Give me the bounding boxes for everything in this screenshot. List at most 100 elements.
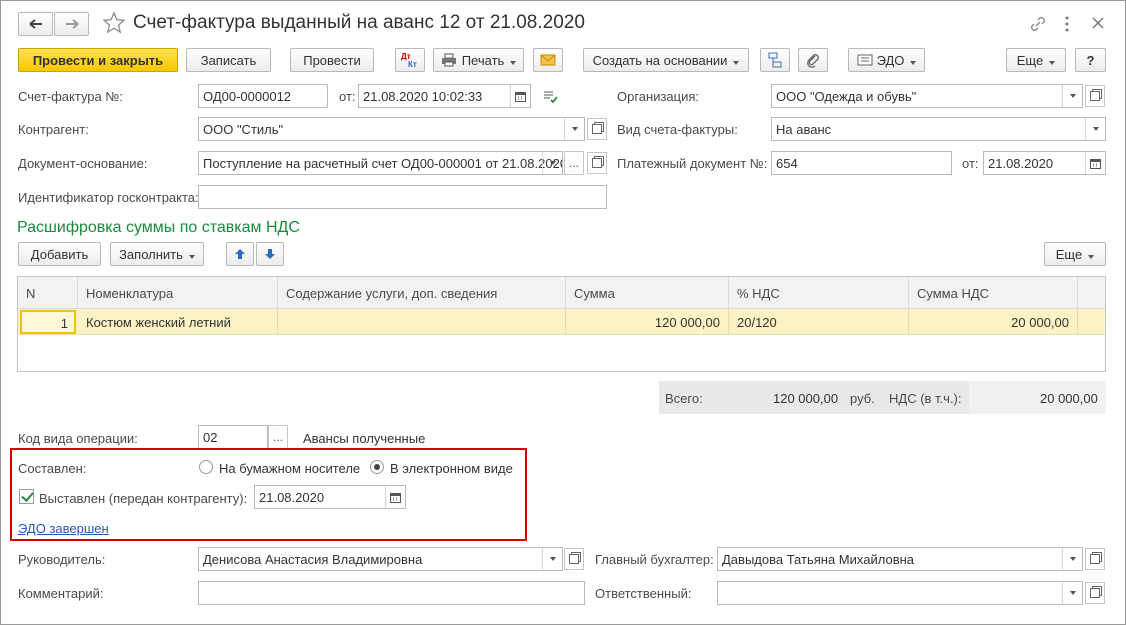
- radio-electronic[interactable]: [370, 460, 384, 474]
- attach-button[interactable]: [798, 48, 828, 72]
- chief-accountant-value: Давыдова Татьяна Михайловна: [722, 552, 915, 567]
- close-icon[interactable]: [1091, 16, 1105, 33]
- calendar-icon[interactable]: [1085, 152, 1105, 174]
- vat-sum-cell[interactable]: 20 000,00: [909, 309, 1078, 335]
- printer-icon: [441, 53, 456, 67]
- invoice-date-from-label: от:: [339, 89, 356, 104]
- invoice-number-field[interactable]: ОД00-0000012: [198, 84, 328, 108]
- radio-paper-label[interactable]: На бумажном носителе: [219, 461, 360, 476]
- payment-date-value: 21.08.2020: [988, 156, 1054, 171]
- open-responsible-button[interactable]: [1085, 582, 1105, 604]
- operation-code-select-button[interactable]: ...: [268, 425, 288, 449]
- chevron-down-icon[interactable]: [1062, 582, 1082, 604]
- open-chief-accountant-button[interactable]: [1085, 548, 1105, 570]
- issued-checkbox[interactable]: [19, 489, 34, 504]
- payment-date-from-label: от:: [962, 156, 979, 171]
- move-up-button[interactable]: [226, 242, 254, 266]
- document-status-icon: [543, 90, 559, 107]
- total-label: Всего:: [665, 391, 703, 406]
- post-button[interactable]: Провести: [290, 48, 374, 72]
- link-icon[interactable]: [1029, 15, 1047, 36]
- issued-label[interactable]: Выставлен (передан контрагенту):: [39, 491, 247, 506]
- favorite-star-icon[interactable]: [102, 11, 126, 38]
- chevron-down-icon[interactable]: [542, 152, 562, 174]
- structure-button[interactable]: [760, 48, 790, 72]
- more-vertical-icon[interactable]: [1063, 15, 1071, 36]
- organization-field[interactable]: ООО "Одежда и обувь": [771, 84, 1083, 108]
- fill-label: Заполнить: [119, 247, 195, 262]
- svg-text:Кт: Кт: [408, 60, 417, 69]
- save-button[interactable]: Записать: [186, 48, 271, 72]
- move-down-button[interactable]: [256, 242, 284, 266]
- counterparty-field[interactable]: ООО "Стиль": [198, 117, 585, 141]
- chevron-down-icon[interactable]: [564, 118, 584, 140]
- back-button[interactable]: [18, 12, 53, 36]
- counterparty-value: ООО "Стиль": [203, 122, 284, 137]
- add-row-button[interactable]: Добавить: [18, 242, 101, 266]
- invoice-type-label: Вид счета-фактуры:: [617, 122, 738, 137]
- sum-cell[interactable]: 120 000,00: [566, 309, 729, 335]
- invoice-type-select[interactable]: На аванс: [771, 117, 1106, 141]
- radio-electronic-label[interactable]: В электронном виде: [390, 461, 513, 476]
- issued-date-field[interactable]: 21.08.2020: [254, 485, 406, 509]
- payment-date-field[interactable]: 21.08.2020: [983, 151, 1106, 175]
- open-head-button[interactable]: [564, 548, 584, 570]
- vat-rate-cell[interactable]: 20/120: [729, 309, 909, 335]
- head-field[interactable]: Денисова Анастасия Владимировна: [198, 547, 563, 571]
- column-header[interactable]: Сумма: [566, 277, 729, 309]
- basis-select-button[interactable]: ...: [564, 151, 584, 175]
- post-and-close-button[interactable]: Провести и закрыть: [18, 48, 178, 72]
- chief-accountant-field[interactable]: Давыдова Татьяна Михайловна: [717, 547, 1083, 571]
- create-based-on-button[interactable]: Создать на основании: [583, 48, 749, 72]
- chevron-down-icon[interactable]: [1062, 85, 1082, 107]
- responsible-field[interactable]: [717, 581, 1083, 605]
- table-more-button[interactable]: Еще: [1044, 242, 1106, 266]
- chevron-down-icon[interactable]: [1062, 548, 1082, 570]
- edo-button[interactable]: ЭДО: [848, 48, 925, 72]
- forward-button[interactable]: [54, 12, 89, 36]
- column-header[interactable]: Сумма НДС: [909, 277, 1078, 309]
- more-button[interactable]: Еще: [1006, 48, 1066, 72]
- edo-icon: [857, 54, 873, 66]
- calendar-icon[interactable]: [510, 85, 530, 107]
- hierarchy-icon: [768, 52, 782, 68]
- head-value: Денисова Анастасия Владимировна: [203, 552, 423, 567]
- open-basis-button[interactable]: [587, 152, 607, 174]
- chevron-down-icon[interactable]: [542, 548, 562, 570]
- open-counterparty-button[interactable]: [587, 118, 607, 140]
- comment-field[interactable]: [198, 581, 585, 605]
- paperclip-icon: [807, 54, 819, 68]
- vat-table[interactable]: N Номенклатура Содержание услуги, доп. с…: [17, 276, 1106, 372]
- vat-section-title: Расшифровка суммы по ставкам НДС: [17, 219, 300, 236]
- item-cell[interactable]: Костюм женский летний: [78, 309, 278, 335]
- radio-paper[interactable]: [199, 460, 213, 474]
- page-title: Счет-фактура выданный на аванс 12 от 21.…: [133, 12, 585, 33]
- document-window: Счет-фактура выданный на аванс 12 от 21.…: [0, 0, 1126, 625]
- organization-label: Организация:: [617, 89, 700, 104]
- vat-total-value: 20 000,00: [1040, 391, 1098, 406]
- column-header[interactable]: N: [18, 277, 78, 309]
- help-button[interactable]: ?: [1075, 48, 1106, 72]
- row-number-cell[interactable]: 1: [20, 310, 76, 334]
- print-button[interactable]: Печать: [433, 48, 524, 72]
- column-header[interactable]: Номенклатура: [78, 277, 278, 309]
- calendar-icon[interactable]: [385, 486, 405, 508]
- invoice-date-field[interactable]: 21.08.2020 10:02:33: [358, 84, 531, 108]
- column-header[interactable]: Содержание услуги, доп. сведения: [278, 277, 566, 309]
- counterparty-label: Контрагент:: [18, 122, 89, 137]
- gov-contract-field[interactable]: [198, 185, 607, 209]
- chevron-down-icon[interactable]: [1085, 118, 1105, 140]
- column-header[interactable]: % НДС: [729, 277, 909, 309]
- dt-kt-button[interactable]: Дт Кт: [395, 48, 425, 72]
- basis-document-field[interactable]: Поступление на расчетный счет ОД00-00000…: [198, 151, 563, 175]
- content-cell[interactable]: [278, 309, 566, 335]
- edo-completed-link[interactable]: ЭДО завершен: [18, 521, 109, 536]
- payment-doc-field[interactable]: 654: [771, 151, 952, 175]
- open-organization-button[interactable]: [1085, 85, 1105, 107]
- fill-button[interactable]: Заполнить: [110, 242, 204, 266]
- comment-label: Комментарий:: [18, 586, 104, 601]
- table-row[interactable]: 1 Костюм женский летний 120 000,00 20/12…: [18, 309, 1105, 335]
- email-button[interactable]: [533, 48, 563, 72]
- print-label: Печать: [462, 53, 517, 68]
- operation-code-field[interactable]: 02: [198, 425, 268, 449]
